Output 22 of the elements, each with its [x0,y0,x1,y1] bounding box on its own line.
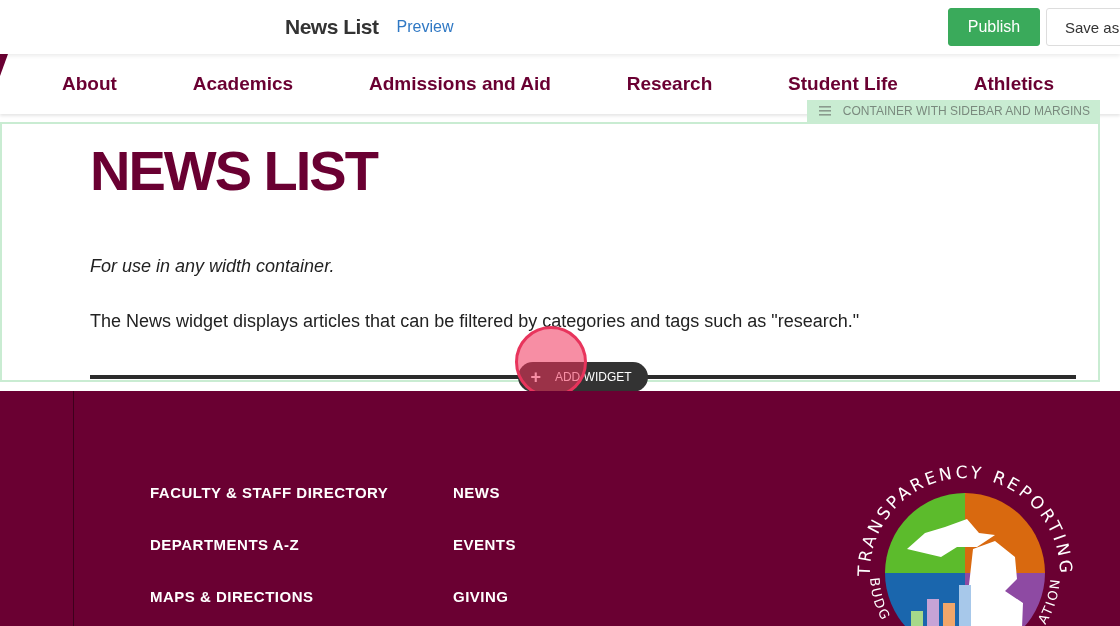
page-title: News List [285,15,379,39]
footer-link[interactable]: DEPARTMENTS A-Z [150,535,453,555]
menu-icon [818,106,831,116]
footer-link[interactable]: NEWS [453,483,516,503]
nav-link[interactable]: About [62,73,117,95]
save-button[interactable]: Save as [1046,8,1120,46]
nav-link[interactable]: Student Life [788,73,898,95]
description-text: The News widget displays articles that can be filtered by categories and tags such as "research." [90,311,861,332]
add-widget-button[interactable]: + ADD WIDGET [518,362,648,392]
container-label-text: CONTAINER WITH SIDEBAR AND MARGINS [842,104,1090,118]
page-heading: NEWS LIST [90,138,379,204]
note-text: For use in any width container. [90,256,336,277]
corner-mark-icon [0,54,8,76]
preview-link[interactable]: Preview [396,18,454,36]
footer-link[interactable]: FACULTY & STAFF DIRECTORY [150,483,453,503]
nav-link[interactable]: Academics [192,73,294,95]
footer-link[interactable]: EVENTS [453,535,516,555]
nav-link[interactable]: Admissions and Aid [368,73,551,95]
nav-link[interactable]: Research [626,73,713,95]
nav-link[interactable]: Athletics [973,73,1054,95]
footer-link[interactable]: GIVING [453,587,516,607]
footer-link[interactable]: MAPS & DIRECTIONS [150,587,453,607]
